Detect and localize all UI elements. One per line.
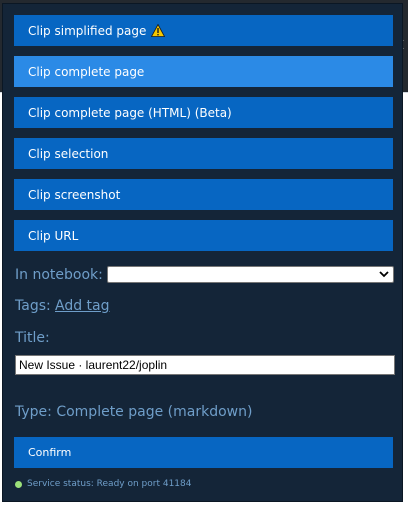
clip-complete-page-label: Clip complete page <box>28 64 145 79</box>
clip-selection-button[interactable]: Clip selection <box>14 138 393 169</box>
clip-complete-page-html-button[interactable]: Clip complete page (HTML) (Beta) <box>14 97 393 128</box>
chevron-down-icon <box>379 271 389 278</box>
title-input[interactable]: New Issue · laurent22/joplin <box>15 355 395 375</box>
clip-simplified-page-label: Clip simplified page <box>28 23 147 38</box>
confirm-button[interactable]: Confirm <box>14 437 393 468</box>
add-tag-link[interactable]: Add tag <box>55 298 110 314</box>
clip-url-label: Clip URL <box>28 228 79 243</box>
tags-label: Tags: <box>15 298 51 314</box>
clip-type-text: Type: Complete page (markdown) <box>15 404 253 420</box>
clip-url-button[interactable]: Clip URL <box>14 220 393 251</box>
clip-screenshot-label: Clip screenshot <box>28 187 121 202</box>
clip-complete-page-button[interactable]: Clip complete page <box>14 56 393 87</box>
notebook-label: In notebook: <box>15 267 103 283</box>
clip-simplified-page-button[interactable]: Clip simplified page <box>14 15 393 46</box>
confirm-label: Confirm <box>28 446 72 459</box>
title-label: Title: <box>15 330 50 346</box>
clip-selection-label: Clip selection <box>28 146 109 161</box>
clipper-popup: Clip simplified page Clip complete page … <box>2 3 403 502</box>
status-dot-icon <box>15 480 22 488</box>
notebook-select[interactable] <box>107 266 394 283</box>
clip-complete-page-html-label: Clip complete page (HTML) (Beta) <box>28 105 232 120</box>
warning-icon <box>151 23 166 37</box>
clip-screenshot-button[interactable]: Clip screenshot <box>14 179 393 210</box>
service-status: Service status: Ready on port 41184 <box>15 479 191 489</box>
service-status-text: Service status: Ready on port 41184 <box>27 479 192 489</box>
